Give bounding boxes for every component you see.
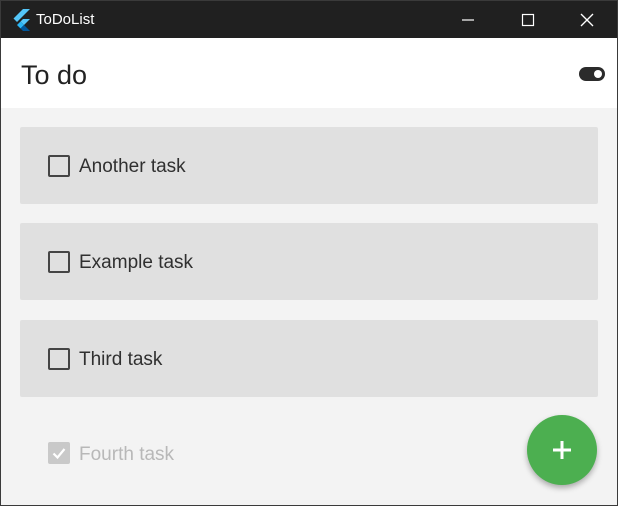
checkbox-checked-icon[interactable] bbox=[48, 442, 70, 464]
add-task-button[interactable] bbox=[527, 415, 597, 485]
minimize-icon bbox=[462, 19, 474, 21]
checkbox-unchecked-icon[interactable] bbox=[48, 251, 70, 273]
task-label: Third task bbox=[79, 349, 163, 370]
page-title: To do bbox=[21, 60, 88, 90]
app-bar: To do bbox=[1, 38, 617, 108]
maximize-button[interactable] bbox=[505, 1, 551, 38]
window-title: ToDoList bbox=[36, 11, 95, 28]
task-card[interactable]: Another task bbox=[20, 127, 598, 204]
toggle-icon bbox=[594, 70, 602, 78]
task-label: Another task bbox=[79, 156, 186, 177]
task-label: Example task bbox=[79, 252, 194, 273]
close-button[interactable] bbox=[564, 1, 610, 38]
completed-task-label: Fourth task bbox=[79, 444, 175, 465]
app-window: ToDoList To do Another task Example task… bbox=[0, 0, 618, 506]
task-card[interactable]: Example task bbox=[20, 223, 598, 300]
checkbox-unchecked-icon[interactable] bbox=[48, 155, 70, 177]
maximize-icon bbox=[521, 13, 535, 27]
theme-toggle-switch[interactable] bbox=[579, 67, 605, 81]
task-card[interactable]: Third task bbox=[20, 320, 598, 397]
minimize-button[interactable] bbox=[445, 1, 491, 38]
close-icon bbox=[580, 13, 594, 27]
completed-task[interactable]: Fourth task bbox=[20, 414, 500, 474]
title-bar[interactable]: ToDoList bbox=[1, 1, 617, 38]
plus-icon bbox=[553, 441, 571, 459]
flutter-logo-icon bbox=[11, 9, 31, 31]
checkbox-unchecked-icon[interactable] bbox=[48, 348, 70, 370]
